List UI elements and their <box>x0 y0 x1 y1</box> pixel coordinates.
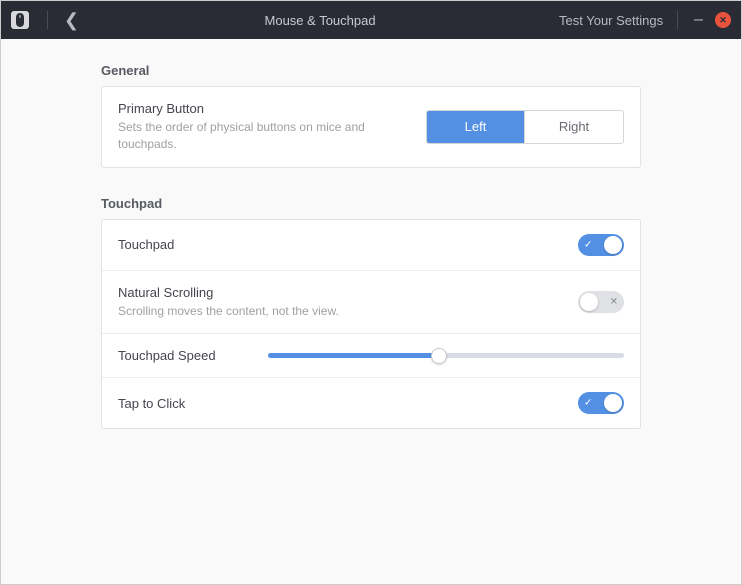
window-title: Mouse & Touchpad <box>85 13 555 28</box>
content-area: General Primary Button Sets the order of… <box>1 39 741 584</box>
general-section: General Primary Button Sets the order of… <box>101 63 641 168</box>
check-icon: ✓ <box>584 239 592 250</box>
tap-to-click-toggle[interactable]: ✓ <box>578 392 624 414</box>
mouse-icon <box>11 11 29 29</box>
test-settings-button[interactable]: Test Your Settings <box>555 13 667 28</box>
touchpad-panel: Touchpad ✓ Natural Scrolling Scrolling m… <box>101 219 641 430</box>
touchpad-toggle[interactable]: ✓ <box>578 234 624 256</box>
x-icon: ✕ <box>610 296 618 307</box>
touchpad-speed-slider[interactable] <box>268 353 624 358</box>
primary-button-desc: Sets the order of physical buttons on mi… <box>118 119 398 153</box>
tap-to-click-label: Tap to Click <box>118 396 578 411</box>
divider <box>47 11 48 29</box>
tap-to-click-row: Tap to Click ✓ <box>102 378 640 428</box>
touchpad-toggle-row: Touchpad ✓ <box>102 220 640 271</box>
section-title-general: General <box>101 63 641 78</box>
check-icon: ✓ <box>584 398 592 409</box>
natural-scrolling-desc: Scrolling moves the content, not the vie… <box>118 303 398 320</box>
natural-scrolling-toggle[interactable]: ✕ <box>578 291 624 313</box>
touchpad-speed-row: Touchpad Speed <box>102 334 640 378</box>
touchpad-label: Touchpad <box>118 237 578 252</box>
close-button[interactable] <box>715 12 731 28</box>
divider <box>677 11 678 29</box>
general-panel: Primary Button Sets the order of physica… <box>101 86 641 168</box>
touchpad-section: Touchpad Touchpad ✓ Natural Scrolling Sc… <box>101 196 641 430</box>
titlebar: ❮ Mouse & Touchpad Test Your Settings – <box>1 1 741 39</box>
primary-button-row: Primary Button Sets the order of physica… <box>102 87 640 167</box>
primary-button-label: Primary Button <box>118 101 426 116</box>
slider-thumb[interactable] <box>431 348 447 364</box>
touchpad-speed-label: Touchpad Speed <box>118 348 268 363</box>
natural-scrolling-label: Natural Scrolling <box>118 285 578 300</box>
back-button[interactable]: ❮ <box>58 10 85 31</box>
natural-scrolling-row: Natural Scrolling Scrolling moves the co… <box>102 271 640 335</box>
primary-button-left[interactable]: Left <box>427 111 525 143</box>
minimize-button[interactable]: – <box>688 11 709 29</box>
section-title-touchpad: Touchpad <box>101 196 641 211</box>
primary-button-right[interactable]: Right <box>525 111 623 143</box>
primary-button-segmented: Left Right <box>426 110 624 144</box>
primary-button-text: Primary Button Sets the order of physica… <box>118 101 426 153</box>
